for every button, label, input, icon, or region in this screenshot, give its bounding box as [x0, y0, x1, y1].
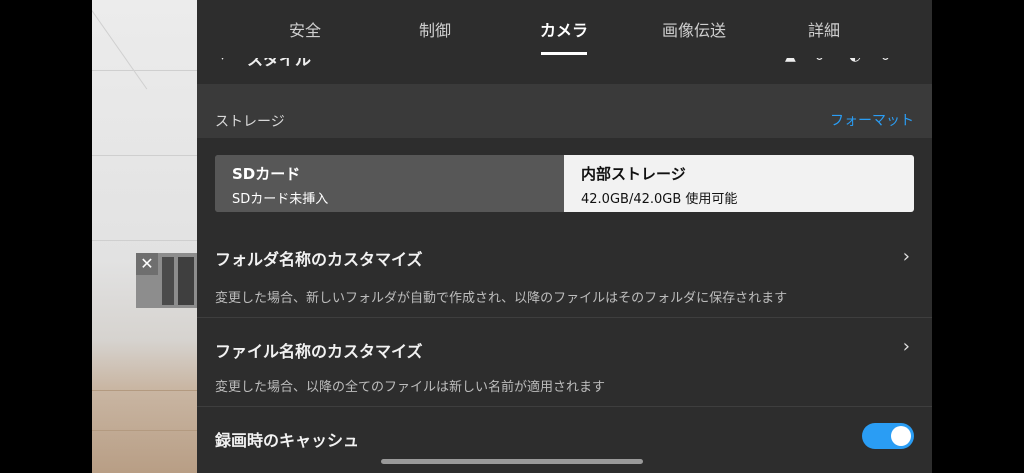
screen: ✕ ▾ スタイル ▲ 0 ◐ 0 安全 制御 カメラ 画像伝送 詳細 ストレージ… — [0, 0, 1024, 473]
tab-transmission[interactable]: 画像伝送 — [644, 17, 744, 41]
toggle-knob — [891, 426, 911, 446]
active-tab-indicator — [541, 52, 587, 55]
folder-custom-desc: 変更した場合、新しいフォルダが自動で作成され、以降のファイルはそのフォルダに保存… — [215, 291, 788, 306]
storage-selector: SDカード SDカード未挿入 内部ストレージ 42.0GB/42.0GB 使用可… — [215, 155, 914, 212]
storage-header: ストレージ フォーマット — [197, 84, 932, 138]
internal-status: 42.0GB/42.0GB 使用可能 — [581, 192, 738, 207]
format-button[interactable]: フォーマット — [830, 110, 914, 130]
folder-custom-title: フォルダ名称のカスタマイズ — [215, 250, 423, 269]
record-cache-title: 録画時のキャッシュ — [215, 431, 360, 450]
mini-map[interactable]: ✕ — [136, 253, 200, 308]
tab-safety[interactable]: 安全 — [255, 17, 355, 41]
home-indicator[interactable] — [381, 459, 643, 464]
tab-details[interactable]: 詳細 — [774, 17, 874, 41]
tab-control[interactable]: 制御 — [385, 17, 485, 41]
divider — [197, 406, 932, 407]
mini-map-block — [178, 257, 194, 305]
record-cache-toggle[interactable] — [862, 423, 914, 449]
file-custom-desc: 変更した場合、以降の全てのファイルは新しい名前が適用されます — [215, 380, 606, 395]
sd-status: SDカード未挿入 — [232, 192, 329, 207]
tab-bar: 安全 制御 カメラ 画像伝送 詳細 — [197, 0, 932, 58]
internal-name: 内部ストレージ — [581, 165, 686, 183]
sd-name: SDカード — [232, 165, 301, 183]
chevron-right-icon: › — [902, 336, 910, 357]
divider — [197, 317, 932, 318]
mini-map-block — [162, 257, 174, 305]
chevron-right-icon: › — [902, 246, 910, 267]
tab-camera[interactable]: カメラ — [514, 17, 614, 41]
camera-live-view — [92, 0, 202, 473]
storage-title: ストレージ — [215, 114, 285, 130]
close-icon[interactable]: ✕ — [136, 253, 158, 275]
file-custom-title: ファイル名称のカスタマイズ — [215, 342, 423, 361]
storage-option-sd[interactable]: SDカード SDカード未挿入 — [215, 155, 564, 212]
settings-panel: ▾ スタイル ▲ 0 ◐ 0 安全 制御 カメラ 画像伝送 詳細 ストレージ フ… — [197, 0, 932, 473]
storage-option-internal[interactable]: 内部ストレージ 42.0GB/42.0GB 使用可能 — [564, 155, 914, 212]
